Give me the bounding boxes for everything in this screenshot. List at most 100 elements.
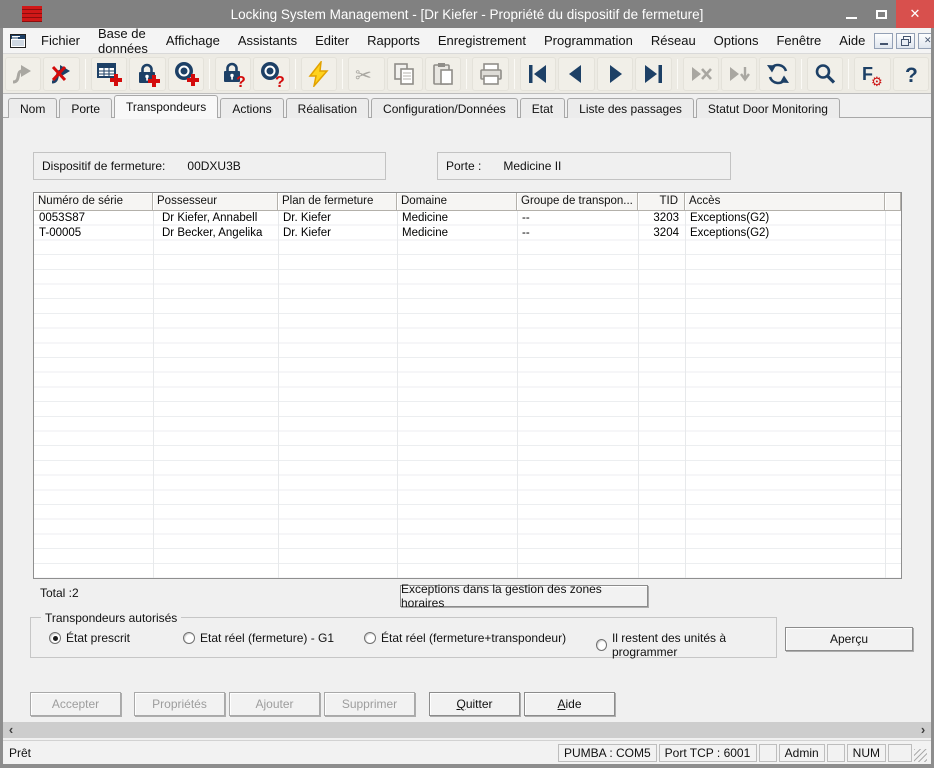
status-num-panel: NUM: [847, 744, 886, 762]
read-transponder-button[interactable]: ?: [253, 57, 289, 91]
print-button[interactable]: [472, 57, 508, 91]
radio-etat-reel-fermeture-transpondeur[interactable]: État réel (fermeture+transpondeur): [364, 631, 566, 645]
menu-enregistrement[interactable]: Enregistrement: [429, 29, 535, 52]
radio-etat-prescrit[interactable]: État prescrit: [49, 631, 130, 645]
filter-settings-button[interactable]: F⚙: [854, 57, 890, 91]
ajouter-button[interactable]: Ajouter: [229, 692, 320, 716]
cell-domain: Medicine: [397, 211, 517, 226]
door-value: Medicine II: [503, 159, 561, 173]
program-button[interactable]: [301, 57, 337, 91]
first-record-button[interactable]: [520, 57, 556, 91]
tab-nom[interactable]: Nom: [8, 98, 57, 118]
radio-unites-a-programmer[interactable]: Il restent des unités à programmer: [596, 631, 776, 659]
mdi-restore-button[interactable]: [896, 33, 915, 49]
tab-liste-des-passages[interactable]: Liste des passages: [567, 98, 694, 118]
svg-text:?: ?: [236, 74, 246, 87]
col-groupe-de-transpondeurs[interactable]: Groupe de transpon...: [517, 193, 638, 211]
radio-icon[interactable]: [49, 632, 61, 644]
cell-filler: [885, 226, 901, 241]
paste-button[interactable]: [425, 57, 461, 91]
horizontal-scrollbar[interactable]: ‹ ›: [3, 722, 931, 738]
scroll-right-icon[interactable]: ›: [915, 723, 931, 737]
refresh-icon: [765, 61, 791, 87]
tab-realisation[interactable]: Réalisation: [286, 98, 369, 118]
save-record-icon: [726, 61, 752, 87]
tab-configuration-donnees[interactable]: Configuration/Données: [371, 98, 518, 118]
menu-programmation[interactable]: Programmation: [535, 29, 642, 52]
radio-icon[interactable]: [183, 632, 195, 644]
paste-icon: [430, 61, 456, 87]
menu-editer[interactable]: Editer: [306, 29, 358, 52]
aide-button[interactable]: Aide: [524, 692, 615, 716]
previous-record-button[interactable]: [558, 57, 594, 91]
table-row[interactable]: 0053S87 Dr Kiefer, Annabell Dr. Kiefer M…: [34, 211, 901, 226]
tab-strip: Nom Porte Transpondeurs Actions Réalisat…: [0, 94, 934, 118]
col-domaine[interactable]: Domaine: [397, 193, 517, 211]
resize-grip[interactable]: [914, 749, 927, 762]
svg-text:?: ?: [905, 64, 918, 87]
mdi-minimize-button[interactable]: [874, 33, 893, 49]
next-record-button[interactable]: [597, 57, 633, 91]
radio-etat-reel-fermeture-g1[interactable]: Etat réel (fermeture) - G1: [183, 631, 334, 645]
menu-aide[interactable]: Aide: [830, 29, 874, 52]
maximize-button[interactable]: [866, 0, 896, 28]
table-row[interactable]: T-00005 Dr Becker, Angelika Dr. Kiefer M…: [34, 226, 901, 241]
column-divider: [885, 211, 886, 578]
search-button[interactable]: [807, 57, 843, 91]
toolbar-separator: [295, 59, 296, 89]
cell-plan: Dr. Kiefer: [278, 226, 397, 241]
login-button[interactable]: [5, 57, 41, 91]
tab-transpondeurs[interactable]: Transpondeurs: [114, 95, 218, 118]
window-title: Locking System Management - [Dr Kiefer -…: [0, 7, 934, 22]
next-record-icon: [602, 61, 628, 87]
window-border-bottom: [0, 764, 934, 768]
cancel-navigation-button[interactable]: [683, 57, 719, 91]
accepter-button[interactable]: Accepter: [30, 692, 121, 716]
tab-statut-door-monitoring[interactable]: Statut Door Monitoring: [696, 98, 840, 118]
copy-button[interactable]: [387, 57, 423, 91]
quitter-button[interactable]: Quitter: [429, 692, 520, 716]
last-record-button[interactable]: [635, 57, 671, 91]
radio-icon[interactable]: [596, 639, 607, 651]
menu-options[interactable]: Options: [705, 29, 768, 52]
toolbar-separator: [801, 59, 802, 89]
apercu-button[interactable]: Aperçu: [785, 627, 913, 651]
new-transponder-button[interactable]: [168, 57, 204, 91]
menu-affichage[interactable]: Affichage: [157, 29, 229, 52]
col-possesseur[interactable]: Possesseur: [153, 193, 278, 211]
cut-button[interactable]: ✂: [348, 57, 384, 91]
minimize-button[interactable]: [836, 0, 866, 28]
menu-rapports[interactable]: Rapports: [358, 29, 429, 52]
cell-access: Exceptions(G2): [685, 226, 885, 241]
menu-fichier[interactable]: Fichier: [32, 29, 89, 52]
col-acces[interactable]: Accès: [685, 193, 885, 211]
logout-button[interactable]: [43, 57, 79, 91]
col-plan-de-fermeture[interactable]: Plan de fermeture: [278, 193, 397, 211]
cell-plan: Dr. Kiefer: [278, 211, 397, 226]
supprimer-button[interactable]: Supprimer: [324, 692, 415, 716]
tab-etat[interactable]: Etat: [520, 98, 565, 118]
close-button[interactable]: ✕: [896, 0, 934, 28]
toolbar-separator: [342, 59, 343, 89]
menu-reseau[interactable]: Réseau: [642, 29, 705, 52]
menu-assistants[interactable]: Assistants: [229, 29, 306, 52]
save-record-button[interactable]: [721, 57, 757, 91]
proprietes-button[interactable]: Propriétés: [134, 692, 225, 716]
tab-porte[interactable]: Porte: [59, 98, 112, 118]
transponders-authorized-group: Transpondeurs autorisés État prescrit Et…: [30, 617, 777, 658]
radio-icon[interactable]: [364, 632, 376, 644]
read-lock-button[interactable]: ?: [215, 57, 251, 91]
table-header-row: Numéro de série Possesseur Plan de ferme…: [34, 193, 901, 211]
scroll-left-icon[interactable]: ‹: [3, 723, 19, 737]
exceptions-time-zones-button[interactable]: Exceptions dans la gestion des zones hor…: [400, 585, 648, 607]
toolbar-separator: [466, 59, 467, 89]
refresh-button[interactable]: [759, 57, 795, 91]
col-tid[interactable]: TID: [638, 193, 685, 211]
new-locking-plan-button[interactable]: [91, 57, 127, 91]
col-numero-de-serie[interactable]: Numéro de série: [34, 193, 153, 211]
new-lock-button[interactable]: [129, 57, 165, 91]
tab-actions[interactable]: Actions: [220, 98, 283, 118]
menu-fenetre[interactable]: Fenêtre: [767, 29, 830, 52]
help-button[interactable]: ?: [893, 57, 929, 91]
toolbar: ? ? ✂: [0, 54, 934, 94]
